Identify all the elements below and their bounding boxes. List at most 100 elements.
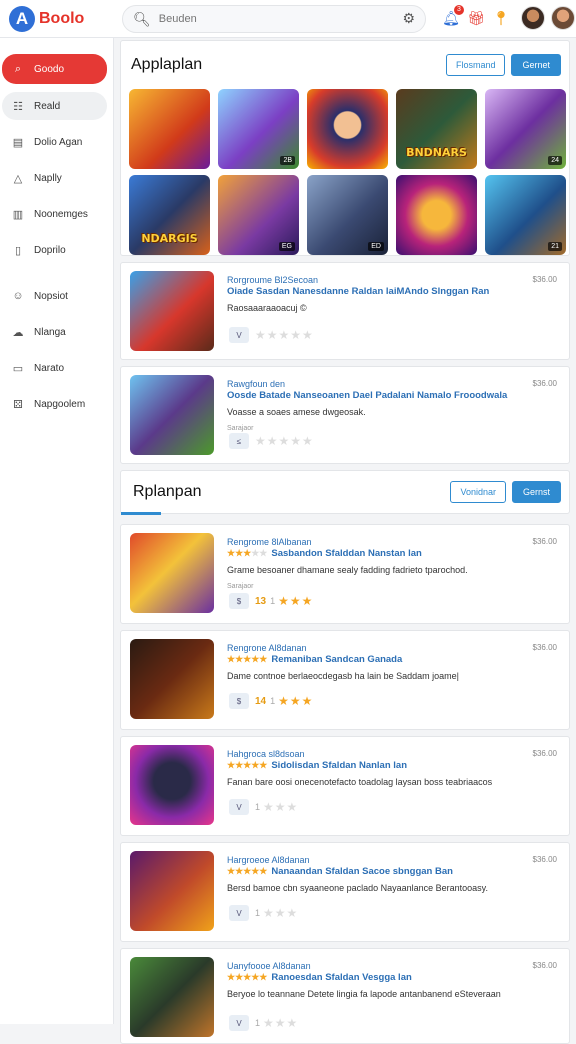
rating-stars: ★★★★★ bbox=[255, 328, 314, 342]
sidebar-item-label: Reald bbox=[34, 100, 61, 112]
rating-stars: ★★★★★ bbox=[255, 434, 314, 448]
avatar[interactable] bbox=[521, 6, 545, 30]
item-title: Rengrome 8lAlbanan bbox=[227, 537, 312, 547]
item-title: Rawgfoun den bbox=[227, 379, 286, 389]
rating-row: V ★★★★★ bbox=[229, 327, 314, 343]
game-tile[interactable]: 21 bbox=[485, 175, 566, 255]
game-thumbnail bbox=[130, 271, 214, 351]
sidebar-item-nopsiot[interactable]: ☺ Nopsiot bbox=[2, 282, 107, 310]
item-price: $36.00 bbox=[532, 275, 557, 284]
game-thumbnail bbox=[130, 745, 214, 825]
item-meta: Sarajaor bbox=[227, 425, 254, 432]
filter-button[interactable]: Vonidnar bbox=[450, 481, 506, 503]
item-price: $36.00 bbox=[532, 379, 557, 388]
filter-button[interactable]: Flosmand bbox=[445, 54, 506, 76]
game-thumbnail bbox=[130, 375, 214, 455]
get-button[interactable]: Gernet bbox=[511, 54, 561, 76]
game-thumbnail bbox=[130, 533, 214, 613]
list-item[interactable]: Rorgroume Bl2Secoan Oiade Sasdan Nanesda… bbox=[120, 262, 570, 360]
item-subtitle: ★★★★★ Nanaandan Sfaldan Sacoe sbnggan Ban bbox=[227, 866, 453, 877]
inline-stars: ★★★★★ bbox=[227, 548, 268, 558]
game-tile[interactable]: EG bbox=[218, 175, 299, 255]
list-item[interactable]: Rengrome 8lAlbanan ★★★★★ Sasbandon Sfaldd… bbox=[120, 524, 570, 624]
chat-icon: ☁ bbox=[12, 326, 24, 339]
game-tile[interactable]: 2B bbox=[218, 89, 299, 169]
search-input[interactable] bbox=[158, 13, 389, 25]
item-subtitle: ★★★★★ Remaniban Sandcan Ganada bbox=[227, 654, 403, 665]
sidebar-item-label: Napgoolem bbox=[34, 398, 86, 410]
list-item[interactable]: Rawgfoun den Oosde Batade Nanseoanen Dae… bbox=[120, 366, 570, 464]
item-subtitle: Oiade Sasdan Nanesdanne Raldan laiMAndo … bbox=[227, 286, 490, 297]
grid-icon: ☷ bbox=[13, 100, 23, 113]
item-description: Voasse a soaes amese dwgeosak. bbox=[227, 407, 366, 417]
rating-count: 1 bbox=[270, 696, 276, 706]
item-title: Uanyfoooe Al8danan bbox=[227, 961, 311, 971]
message-icon: ▭ bbox=[12, 362, 24, 375]
rating-number: 13 bbox=[255, 595, 267, 607]
rating-row: V 1 ★★★ bbox=[229, 905, 298, 921]
rating-count: 1 bbox=[255, 802, 261, 812]
search-bar[interactable]: 🔍︎ ⚙ bbox=[122, 5, 426, 33]
logo-text: Boolo bbox=[39, 9, 85, 27]
app-logo[interactable]: A Boolo bbox=[0, 5, 118, 32]
rating-count: 1 bbox=[255, 908, 261, 918]
section-title: Applaplan bbox=[131, 56, 203, 73]
inline-stars: ★★★★★ bbox=[227, 972, 268, 982]
section-header-rplanpan: Rplanpan Vonidnar Gernst bbox=[120, 470, 570, 515]
game-tile[interactable] bbox=[396, 175, 477, 255]
sidebar-item-label: Noonemges bbox=[34, 208, 88, 220]
bell-icon[interactable]: 🔔︎ 3 bbox=[440, 5, 464, 29]
avatar-secondary[interactable] bbox=[551, 6, 575, 30]
game-tile[interactable]: 24 bbox=[485, 89, 566, 169]
top-bar: A Boolo 🔍︎ ⚙ 🔔︎3 🎁︎ 📍︎ bbox=[0, 0, 576, 38]
item-description: Fanan bare oosi onecenotefacto toadolag … bbox=[227, 777, 493, 787]
list-item[interactable]: Uanyfoooe Al8danan ★★★★★ Ranoesdan Sfalda… bbox=[120, 948, 570, 1044]
sidebar-item-naplly[interactable]: △ Naplly bbox=[2, 164, 107, 192]
tab-underline bbox=[121, 512, 161, 515]
platform-chip: V bbox=[229, 1015, 249, 1031]
inline-stars: ★★★★★ bbox=[227, 654, 268, 664]
rating-stars: ★★★ bbox=[278, 694, 314, 708]
gift-icon[interactable]: 🎁︎ bbox=[465, 7, 487, 29]
sidebar-item-label: Nlanga bbox=[34, 326, 66, 338]
game-tile[interactable] bbox=[129, 89, 210, 169]
item-price: $36.00 bbox=[532, 855, 557, 864]
sidebar-item-goodo[interactable]: ⌕ Goodo bbox=[2, 54, 107, 84]
item-title: Rengrone Al8danan bbox=[227, 643, 307, 653]
gear-icon[interactable]: ⚙ bbox=[402, 10, 415, 27]
item-subtitle: ★★★★★ Ranoesdan Sfaldan Vesgga lan bbox=[227, 972, 412, 983]
sidebar: ⌕ Goodo ☷ Reald ▤ Dolio Agan △ Naplly ▥ Noone… bbox=[0, 38, 114, 1024]
rating-stars: ★★★ bbox=[263, 1016, 299, 1030]
item-price: $36.00 bbox=[532, 537, 557, 546]
item-meta: Sarajaor bbox=[227, 583, 254, 590]
sidebar-item-dolio-agan[interactable]: ▤ Dolio Agan bbox=[2, 128, 107, 156]
game-tile[interactable] bbox=[307, 89, 388, 169]
game-thumbnail bbox=[130, 639, 214, 719]
user-icon: ☺ bbox=[12, 290, 24, 302]
featured-header: Applaplan Flosmand Gernet bbox=[129, 41, 561, 89]
sidebar-item-doprilo[interactable]: ▯ Doprilo bbox=[2, 236, 107, 264]
get-button[interactable]: Gernst bbox=[511, 481, 561, 503]
sidebar-item-reald[interactable]: ☷ Reald bbox=[2, 92, 107, 120]
rating-row: V 1 ★★★ bbox=[229, 1015, 298, 1031]
tile-tag: 21 bbox=[548, 242, 562, 251]
list-item[interactable]: Hahgroca sl8dsoan ★★★★★ Sidolisdan Sfalda… bbox=[120, 736, 570, 836]
rating-row: V 1 ★★★ bbox=[229, 799, 298, 815]
sidebar-item-narato[interactable]: ▭ Narato bbox=[2, 354, 107, 382]
location-pin-icon[interactable]: 📍︎ bbox=[490, 7, 512, 29]
rating-row: $ 13 1 ★★★ bbox=[229, 593, 313, 609]
game-tile[interactable]: NDARGIS bbox=[129, 175, 210, 255]
list-item[interactable]: Hargroeoe Al8danan ★★★★★ Nanaandan Sfalda… bbox=[120, 842, 570, 942]
sidebar-item-label: Nopsiot bbox=[34, 290, 68, 302]
list-item[interactable]: Rengrone Al8danan ★★★★★ Remaniban Sandcan… bbox=[120, 630, 570, 730]
game-tile[interactable]: ED bbox=[307, 175, 388, 255]
item-subtitle: Oosde Batade Nanseoanen Dael Padalani Na… bbox=[227, 390, 508, 401]
sidebar-item-label: Naplly bbox=[34, 172, 62, 184]
game-tile[interactable]: BNDNARS bbox=[396, 89, 477, 169]
sidebar-item-nlanga[interactable]: ☁ Nlanga bbox=[2, 318, 107, 346]
sidebar-item-noonemges[interactable]: ▥ Noonemges bbox=[2, 200, 107, 228]
card-icon: ▤ bbox=[12, 136, 24, 149]
rating-count: 1 bbox=[255, 1018, 261, 1028]
sidebar-item-napgoolem[interactable]: ⚄ Napgoolem bbox=[2, 390, 107, 418]
item-price: $36.00 bbox=[532, 643, 557, 652]
